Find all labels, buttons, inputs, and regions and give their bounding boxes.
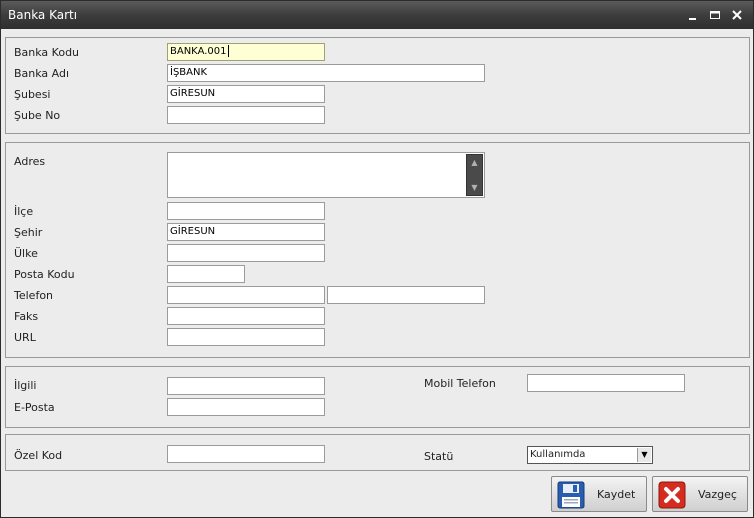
- bank-card-window: Banka Kartı Banka Kodu BANKA.001 Banka A…: [0, 0, 754, 518]
- statu-select[interactable]: Kullanımda ▼: [527, 446, 653, 464]
- sehir-label: Şehir: [14, 226, 43, 239]
- e-posta-field[interactable]: [167, 398, 325, 416]
- ilce-label: İlçe: [14, 205, 34, 218]
- scroll-down-icon[interactable]: ▼: [469, 182, 480, 193]
- scroll-up-icon[interactable]: ▲: [469, 157, 480, 168]
- posta-kodu-field[interactable]: [167, 265, 245, 283]
- chevron-down-icon[interactable]: ▼: [637, 448, 651, 462]
- url-label: URL: [14, 331, 36, 344]
- sehir-field[interactable]: GİRESUN: [167, 223, 325, 241]
- e-posta-label: E-Posta: [14, 401, 55, 414]
- statu-value: Kullanımda: [530, 449, 586, 460]
- adres-scrollbar[interactable]: ▲ ▼: [466, 154, 483, 196]
- cancel-button-label: Vazgeç: [698, 488, 737, 501]
- title-bar: Banka Kartı: [1, 1, 753, 29]
- window-title: Banka Kartı: [8, 8, 78, 22]
- floppy-disk-icon: [557, 481, 585, 509]
- minimize-icon[interactable]: [685, 7, 701, 23]
- sube-no-label: Şube No: [14, 109, 61, 122]
- telefon-field-2[interactable]: [327, 286, 485, 304]
- ozel-kod-field[interactable]: [167, 445, 325, 463]
- address-section: Adres ▲ ▼ İlçe Şehir GİRESUN Ülke Posta …: [5, 142, 750, 358]
- banka-adi-label: Banka Adı: [14, 67, 70, 80]
- cancel-button[interactable]: Vazgeç: [652, 476, 748, 512]
- bank-info-section: Banka Kodu BANKA.001 Banka Adı İŞBANK Şu…: [5, 37, 750, 134]
- save-button-label: Kaydet: [597, 488, 636, 501]
- ilgili-label: İlgili: [14, 379, 37, 392]
- url-field[interactable]: [167, 328, 325, 346]
- ozel-kod-label: Özel Kod: [14, 449, 63, 462]
- banka-kodu-label: Banka Kodu: [14, 46, 80, 59]
- contact-section: İlgili E-Posta Mobil Telefon: [5, 366, 750, 428]
- ilgili-field[interactable]: [167, 377, 325, 395]
- adres-label: Adres: [14, 155, 46, 168]
- text-caret: [227, 45, 229, 57]
- banka-kodu-value: BANKA.001: [170, 46, 227, 57]
- save-button[interactable]: Kaydet: [551, 476, 647, 512]
- telefon-field-1[interactable]: [167, 286, 325, 304]
- status-section: Özel Kod Statü Kullanımda ▼: [5, 434, 750, 471]
- close-icon[interactable]: [729, 7, 745, 23]
- faks-field[interactable]: [167, 307, 325, 325]
- red-x-icon: [658, 481, 686, 509]
- ulke-field[interactable]: [167, 244, 325, 262]
- sube-no-field[interactable]: [167, 106, 325, 124]
- banka-kodu-field[interactable]: BANKA.001: [167, 43, 325, 61]
- ilce-field[interactable]: [167, 202, 325, 220]
- telefon-label: Telefon: [14, 289, 54, 302]
- subesi-field[interactable]: GİRESUN: [167, 85, 325, 103]
- subesi-label: Şubesi: [14, 88, 51, 101]
- mobil-telefon-label: Mobil Telefon: [424, 377, 496, 390]
- posta-kodu-label: Posta Kodu: [14, 268, 75, 281]
- ulke-label: Ülke: [14, 247, 38, 260]
- faks-label: Faks: [14, 310, 39, 323]
- banka-adi-field[interactable]: İŞBANK: [167, 64, 485, 82]
- button-bar: Kaydet Vazgeç: [5, 474, 750, 516]
- maximize-icon[interactable]: [707, 7, 723, 23]
- statu-label: Statü: [424, 450, 454, 463]
- adres-textarea[interactable]: ▲ ▼: [167, 152, 485, 198]
- mobil-telefon-field[interactable]: [527, 374, 685, 392]
